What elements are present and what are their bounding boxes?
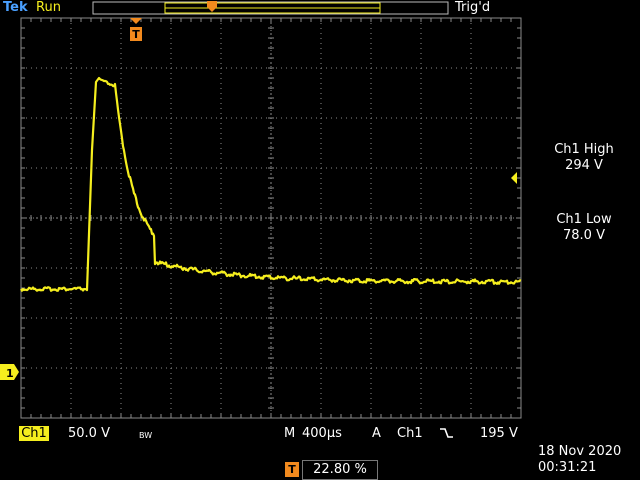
record-trigger-icon: [207, 1, 217, 12]
svg-text:1: 1: [6, 367, 14, 380]
measurement-2-title: Ch1 Low: [556, 212, 612, 227]
time-readout: 00:31:21: [538, 460, 597, 475]
timebase-mode: M: [284, 426, 296, 441]
graticule: [20, 17, 522, 419]
trigger-source[interactable]: Ch1: [397, 426, 423, 442]
measurement-2-value: 78.0 V: [563, 228, 605, 243]
falling-edge-icon: [440, 428, 453, 438]
trigger-status: Trig'd: [455, 0, 491, 15]
ch1-badge[interactable]: Ch1: [19, 426, 49, 441]
svg-text:T: T: [132, 28, 140, 41]
measurement-1-value: 294 V: [565, 158, 603, 173]
trigger-level[interactable]: 195 V: [480, 426, 518, 442]
date-readout: 18 Nov 2020: [538, 444, 622, 459]
brand-logo: Tek: [3, 0, 28, 15]
trigger-level-icon[interactable]: [511, 172, 517, 184]
bw-limit-indicator: BW: [139, 431, 153, 440]
trigger-position-badge: T: [285, 462, 299, 477]
measurement-1-title: Ch1 High: [554, 142, 614, 157]
record-view-bar: [92, 1, 449, 15]
trigger-mode: A: [372, 426, 381, 441]
acquisition-state[interactable]: Run: [36, 0, 61, 16]
timebase-scale[interactable]: 400µs: [302, 426, 342, 442]
trigger-position-value[interactable]: 22.80 %: [302, 460, 378, 480]
trigger-position-icon[interactable]: T: [130, 18, 142, 41]
ch1-volts-per-div[interactable]: 50.0 V: [68, 426, 110, 442]
ch1-ground-marker[interactable]: 1: [0, 364, 19, 380]
